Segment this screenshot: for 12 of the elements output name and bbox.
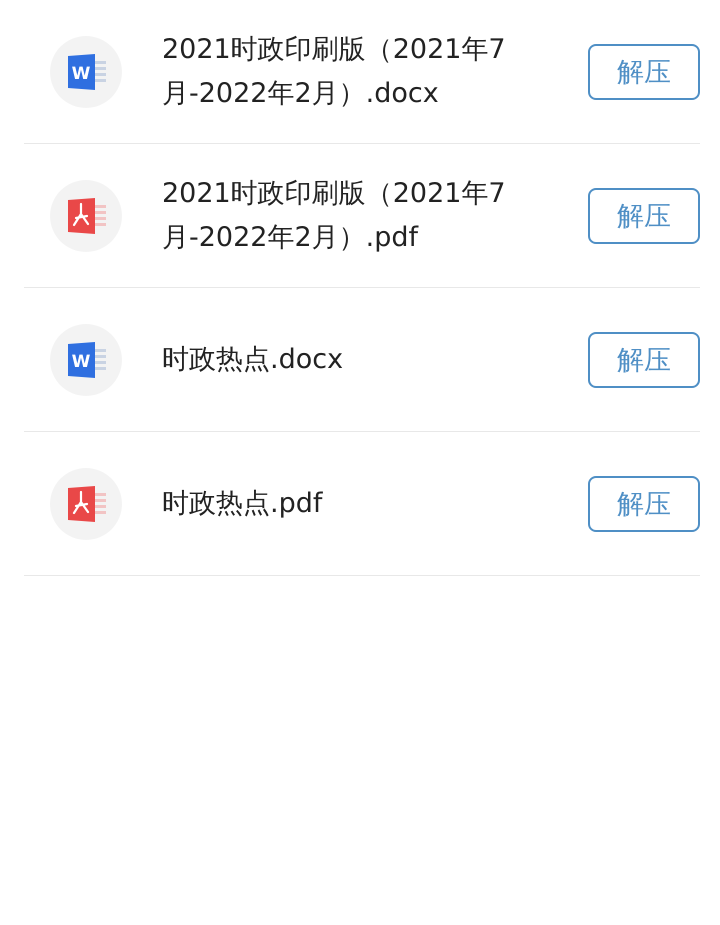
extract-button[interactable]: 解压 — [588, 332, 700, 388]
file-name: 2021时政印刷版（2021年7月-2022年2月）.docx — [162, 32, 507, 110]
file-name: 2021时政印刷版（2021年7月-2022年2月）.pdf — [162, 176, 507, 254]
pdf-document-icon — [50, 468, 122, 540]
extract-button[interactable]: 解压 — [588, 44, 700, 100]
file-name: 时政热点.docx — [162, 342, 344, 376]
word-document-icon: W — [50, 36, 122, 108]
extract-button[interactable]: 解压 — [588, 476, 700, 532]
file-name: 时政热点.pdf — [162, 486, 324, 520]
word-document-icon: W — [50, 324, 122, 396]
pdf-document-icon — [50, 180, 122, 252]
extract-button[interactable]: 解压 — [588, 188, 700, 244]
